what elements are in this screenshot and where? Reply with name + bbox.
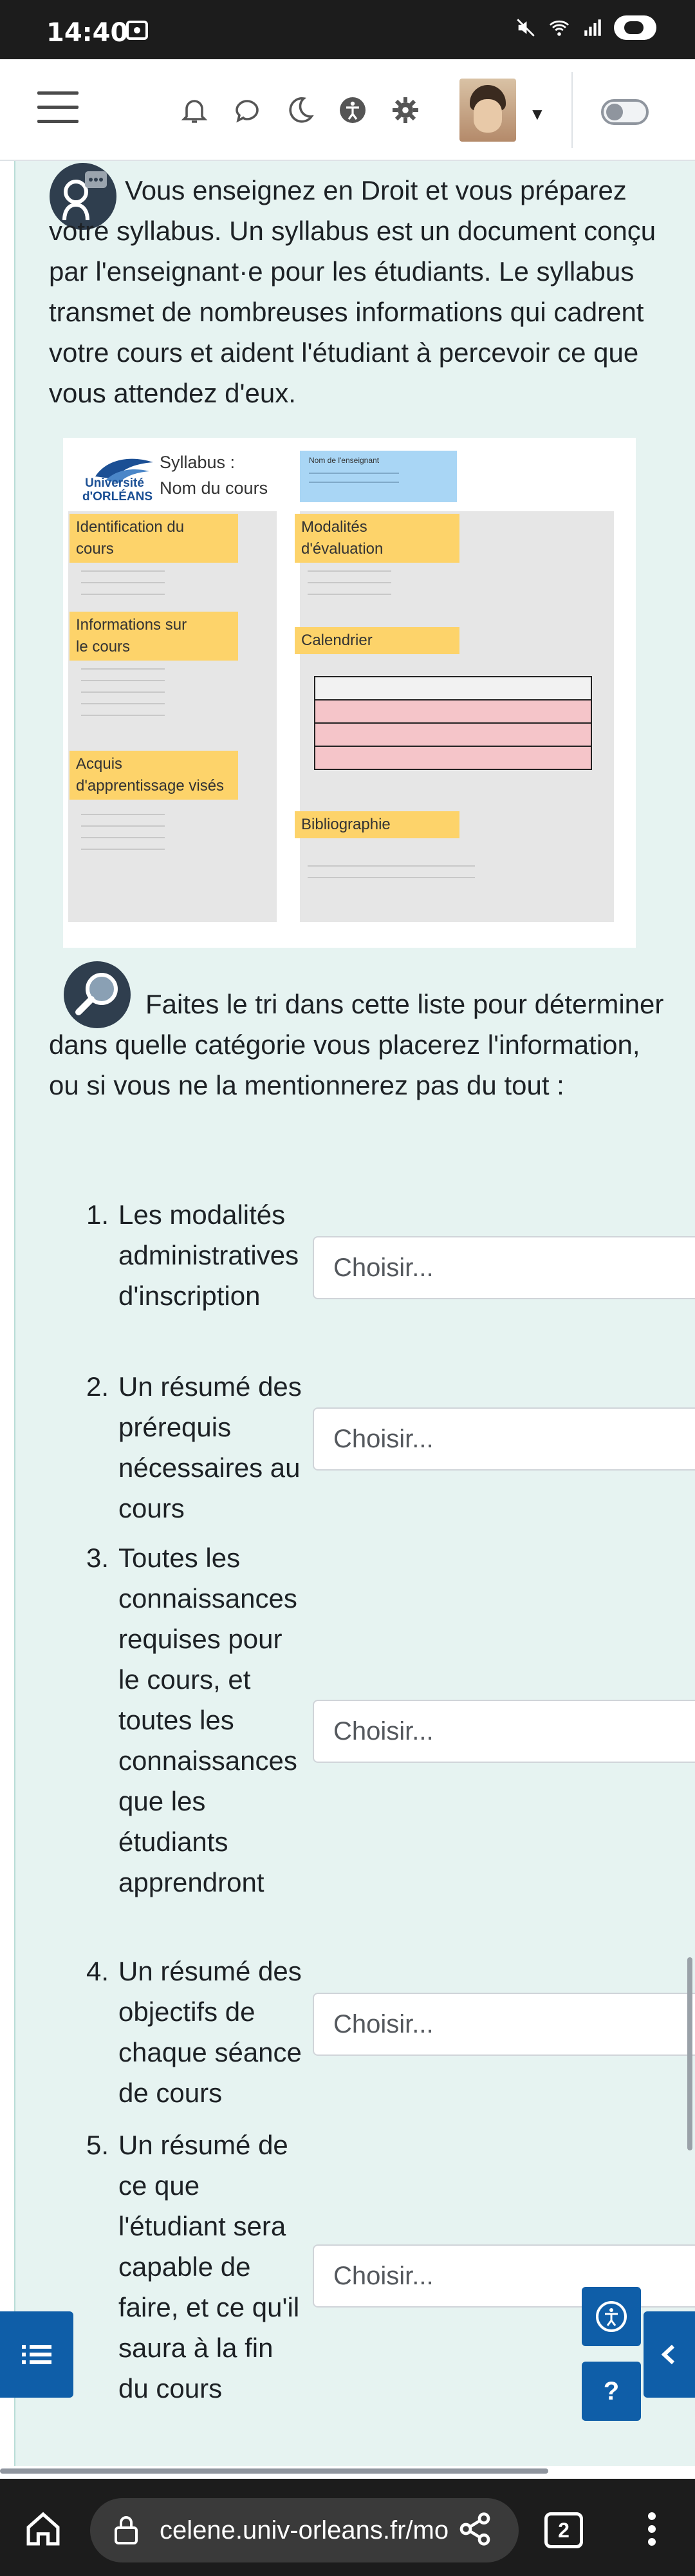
signal-icon — [584, 19, 601, 36]
item-number: 5. — [86, 2130, 109, 2160]
status-time: 14:40 — [46, 18, 129, 48]
help-button[interactable]: ? — [582, 2362, 641, 2421]
browser-bar: celene.univ-orleans.fr/mo 2 — [0, 2479, 695, 2576]
calendar-row — [314, 722, 592, 747]
url-bar[interactable]: celene.univ-orleans.fr/mo — [90, 2498, 519, 2562]
item-label: Les modalités administratives d'inscript… — [118, 1199, 299, 1311]
chevron-down-icon[interactable]: ▼ — [529, 104, 546, 124]
course-index-button[interactable] — [0, 2311, 73, 2398]
vertical-scrollbar[interactable] — [687, 1957, 692, 2150]
category-select[interactable]: Choisir... — [313, 1700, 695, 1763]
placeholder-lines — [308, 570, 391, 605]
section-informations: Informations sur le cours — [70, 612, 238, 661]
avatar[interactable] — [459, 79, 516, 142]
item-number: 1. — [86, 1199, 109, 1230]
intro-text: Vous enseignez en Droit et vous préparez… — [49, 175, 656, 408]
category-select[interactable]: Choisir... — [313, 1236, 695, 1299]
calendar-row — [314, 676, 592, 700]
home-icon[interactable] — [23, 2511, 63, 2547]
accessibility-icon — [596, 2301, 627, 2332]
screen-record-icon — [126, 21, 148, 40]
placeholder-lines — [308, 865, 475, 888]
placeholder-lines — [81, 570, 165, 605]
item-number: 3. — [86, 1543, 109, 1573]
item-number: 2. — [86, 1371, 109, 1402]
university-logo-text: Université d'ORLÉANS — [82, 476, 153, 503]
section-modalites: Modalités d'évaluation — [295, 514, 459, 563]
open-drawer-button[interactable] — [644, 2311, 695, 2398]
header-divider — [571, 72, 573, 148]
moon-icon[interactable] — [284, 95, 315, 126]
wifi-icon — [549, 20, 570, 36]
tab-count[interactable]: 2 — [544, 2512, 583, 2548]
question-text: Faites le tri dans cette liste pour déte… — [49, 989, 664, 1100]
calendar-row — [314, 699, 592, 724]
item-label: Un résumé des prérequis nécessaires au c… — [118, 1371, 302, 1523]
hamburger-icon[interactable] — [37, 91, 79, 125]
url-text[interactable]: celene.univ-orleans.fr/mo — [160, 2516, 494, 2545]
category-select[interactable]: Choisir... — [313, 1993, 695, 2056]
list-icon — [22, 2345, 51, 2364]
gear-icon[interactable] — [390, 95, 421, 126]
chevron-left-icon — [661, 2344, 675, 2365]
accessibility-icon[interactable] — [337, 95, 368, 126]
bell-icon[interactable] — [179, 95, 210, 126]
item-number: 4. — [86, 1956, 109, 1986]
lock-icon — [115, 2516, 138, 2544]
mute-icon — [517, 19, 535, 37]
more-vert-icon[interactable] — [641, 2510, 663, 2548]
accessibility-button[interactable] — [582, 2287, 641, 2346]
category-select[interactable]: Choisir... — [313, 1407, 695, 1471]
chat-icon[interactable] — [232, 95, 263, 126]
placeholder-lines — [81, 814, 165, 860]
item-label: Un résumé des objectifs de chaque séance… — [118, 1956, 302, 2108]
toggle-switch[interactable] — [601, 99, 649, 125]
calendar-row — [314, 746, 592, 770]
horizontal-scrollbar[interactable] — [0, 2468, 548, 2474]
battery-icon — [614, 15, 656, 40]
section-calendrier: Calendrier — [295, 627, 459, 654]
teacher-name-box: Nom de l'enseignant — [300, 451, 457, 502]
syllabus-figure: Université d'ORLÉANS Syllabus : Nom du c… — [63, 438, 636, 948]
status-icons — [515, 15, 656, 40]
item-label: Toutes les connaissances requises pour l… — [118, 1543, 297, 1897]
item-label: Un résumé de ce que l'étudiant sera capa… — [118, 2130, 300, 2403]
section-bibliographie: Bibliographie — [295, 811, 459, 838]
placeholder-lines — [81, 668, 165, 726]
section-acquis: Acquis d'apprentissage visés — [70, 751, 238, 800]
share-icon[interactable] — [456, 2511, 494, 2547]
section-identification: Identification du cours — [70, 514, 238, 563]
content-panel: Vous enseignez en Droit et vous préparez… — [14, 161, 695, 2466]
app-header: ▼ — [0, 59, 695, 161]
status-bar: 14:40 — [0, 0, 695, 59]
syllabus-title: Syllabus : Nom du cours — [160, 453, 268, 498]
